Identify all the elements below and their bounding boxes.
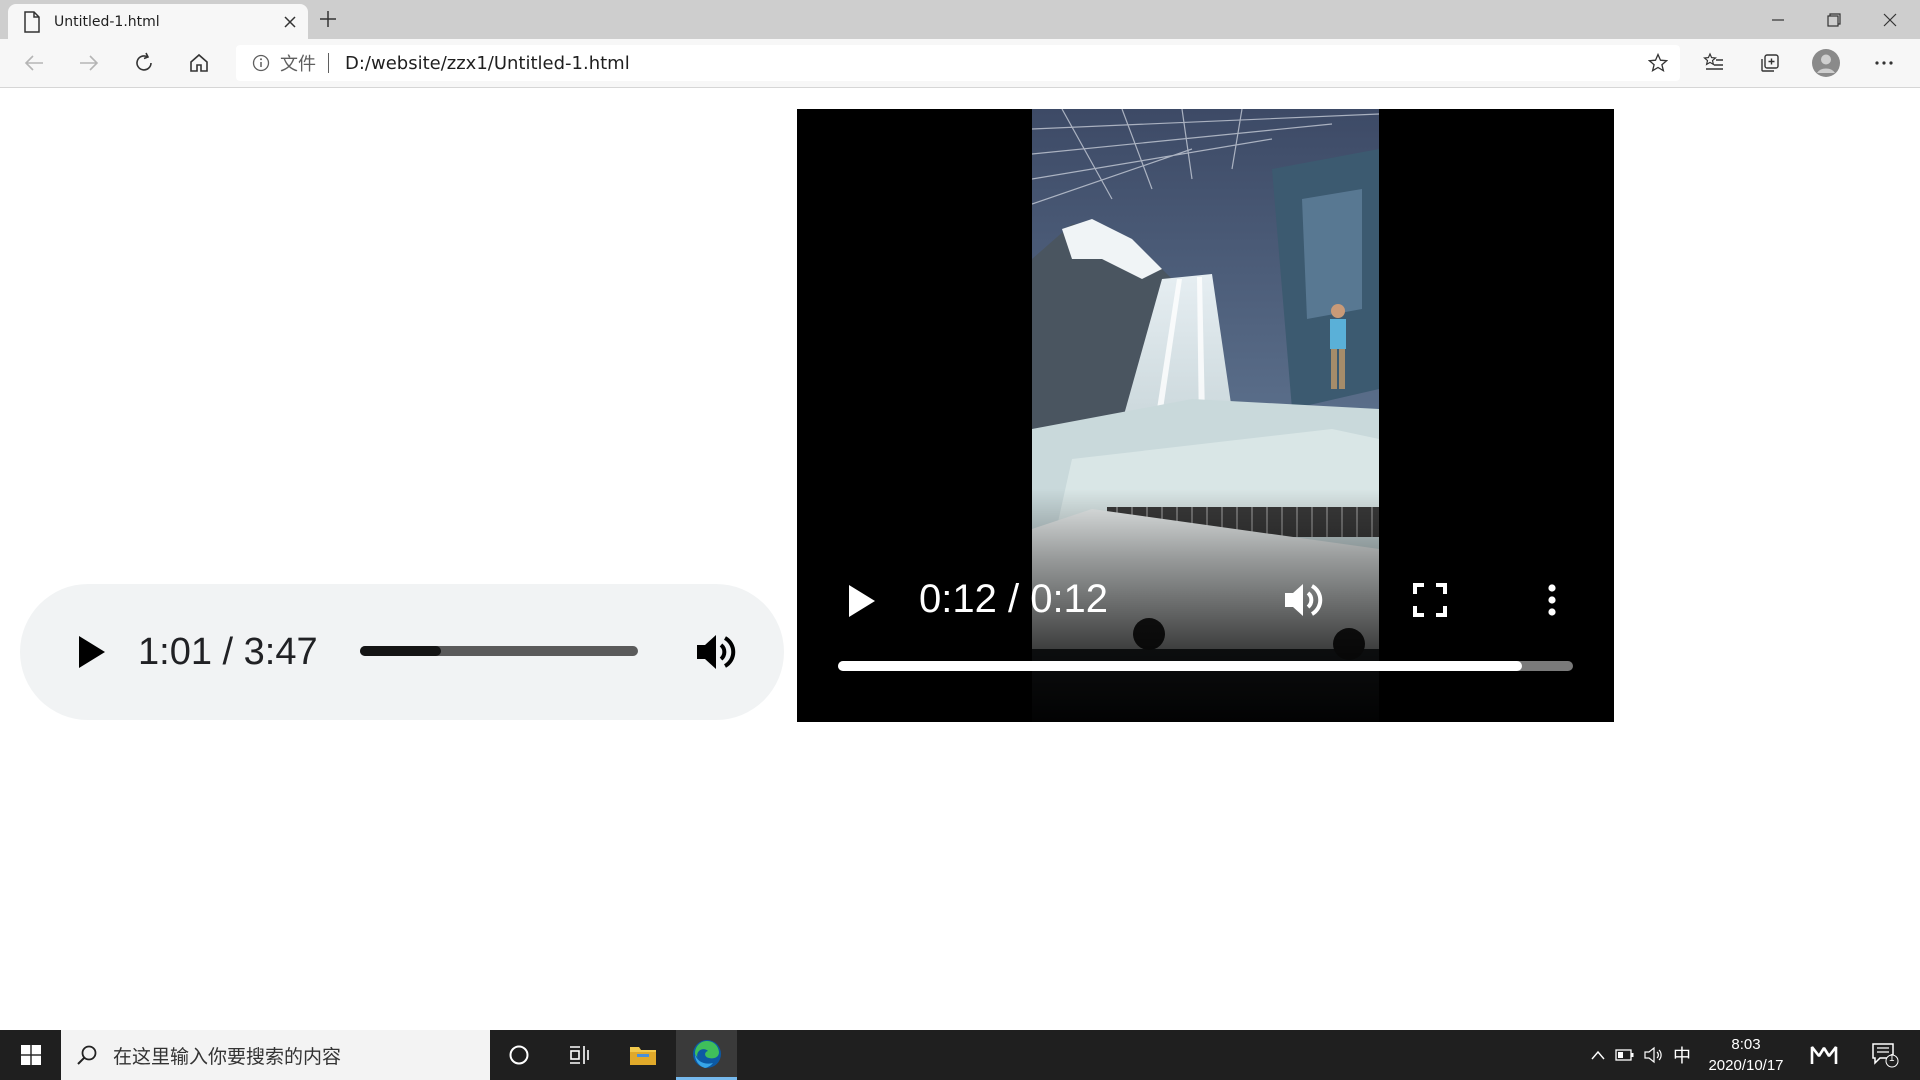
new-tab-button[interactable] (312, 5, 344, 33)
audio-progress-slider[interactable] (360, 646, 638, 656)
cortana-button[interactable] (495, 1030, 543, 1080)
ime-indicator[interactable]: 中 (1668, 1030, 1696, 1080)
page-icon (24, 10, 40, 33)
favorites-list-icon (1703, 52, 1723, 70)
web-page: 1:01 / 3:47 0:12 / 0:12 (0, 89, 1920, 1030)
play-icon (79, 636, 105, 668)
profile-button[interactable] (1808, 45, 1844, 81)
action-center-button[interactable]: 1 (1858, 1030, 1912, 1080)
video-progress-fill (838, 661, 1522, 671)
close-icon (1883, 13, 1897, 26)
search-placeholder: 在这里输入你要搜索的内容 (113, 1045, 342, 1068)
taskbar-search-box[interactable]: 在这里输入你要搜索的内容 (61, 1030, 490, 1080)
start-button[interactable] (0, 1030, 61, 1080)
audio-volume-icon[interactable] (692, 628, 740, 676)
show-hidden-icons-button[interactable] (1584, 1030, 1612, 1080)
windows-logo-icon (20, 1045, 41, 1065)
clock-date: 2020/10/17 (1708, 1057, 1784, 1074)
windows-taskbar: 在这里输入你要搜索的内容 中 8:03 2020/10/17 1 (0, 1030, 1920, 1080)
address-bar[interactable]: 文件 D:/website/zzx1/Untitled-1.html (236, 45, 1680, 81)
audio-progress-fill (360, 646, 441, 656)
task-view-icon (570, 1046, 589, 1064)
video-player[interactable]: 0:12 / 0:12 (797, 109, 1614, 722)
restore-button[interactable] (1806, 0, 1862, 39)
audio-player: 1:01 / 3:47 (20, 584, 784, 720)
settings-more-button[interactable] (1866, 45, 1902, 81)
video-play-icon[interactable] (839, 579, 883, 623)
info-icon[interactable] (252, 54, 270, 72)
refresh-icon (136, 52, 152, 71)
battery-icon (1615, 1049, 1634, 1061)
clock-time: 8:03 (1731, 1036, 1761, 1053)
refresh-button[interactable] (126, 45, 162, 81)
collections-icon (1761, 54, 1779, 72)
browser-toolbar: 文件 D:/website/zzx1/Untitled-1.html (0, 39, 1920, 88)
tab-strip: Untitled-1.html (0, 0, 1920, 39)
file-explorer-button[interactable] (618, 1030, 668, 1080)
chevron-up-icon (1591, 1050, 1605, 1060)
url-text[interactable]: D:/website/zzx1/Untitled-1.html (345, 53, 1640, 74)
video-volume-icon[interactable] (1281, 577, 1327, 623)
system-clock[interactable]: 8:03 2020/10/17 (1700, 1034, 1792, 1076)
favorite-star-button[interactable] (1640, 45, 1676, 81)
video-progress-slider[interactable] (838, 661, 1573, 671)
tab-close-icon[interactable] (276, 8, 304, 36)
speaker-icon (1644, 1046, 1662, 1064)
back-button[interactable] (16, 45, 52, 81)
browser-tab-active[interactable]: Untitled-1.html (8, 4, 308, 39)
minimize-button[interactable] (1750, 0, 1806, 39)
folder-icon (630, 1047, 656, 1065)
video-time-display: 0:12 / 0:12 (919, 577, 1109, 621)
edge-logo-icon (692, 1039, 721, 1068)
star-icon (1648, 53, 1668, 73)
more-options-icon[interactable] (1531, 579, 1573, 621)
url-scheme-label: 文件 (280, 54, 316, 75)
notification-count: 1 (1889, 1053, 1895, 1064)
volume-button[interactable] (1640, 1030, 1666, 1080)
minimize-icon (1772, 18, 1784, 21)
home-icon (190, 53, 208, 72)
url-separator (328, 53, 329, 73)
search-icon (77, 1045, 97, 1065)
audio-play-button[interactable] (64, 624, 120, 680)
meet-now-button[interactable] (1800, 1030, 1848, 1080)
restore-icon (1827, 12, 1841, 27)
avatar-icon (1812, 49, 1840, 77)
battery-button[interactable] (1612, 1030, 1638, 1080)
cortana-circle-icon (509, 1045, 529, 1065)
favorites-button[interactable] (1696, 45, 1732, 81)
forward-button[interactable] (71, 45, 107, 81)
fullscreen-icon[interactable] (1409, 579, 1451, 621)
more-horizontal-icon (1875, 61, 1893, 65)
audio-time-display: 1:01 / 3:47 (138, 630, 318, 673)
collections-button[interactable] (1752, 45, 1788, 81)
task-view-button[interactable] (556, 1030, 604, 1080)
forward-arrow-icon (80, 55, 99, 71)
m-logo-icon (1810, 1046, 1838, 1064)
home-button[interactable] (181, 45, 217, 81)
close-window-button[interactable] (1862, 0, 1918, 39)
back-arrow-icon (24, 55, 43, 71)
edge-browser-button[interactable] (676, 1030, 737, 1080)
tab-title: Untitled-1.html (54, 13, 160, 30)
